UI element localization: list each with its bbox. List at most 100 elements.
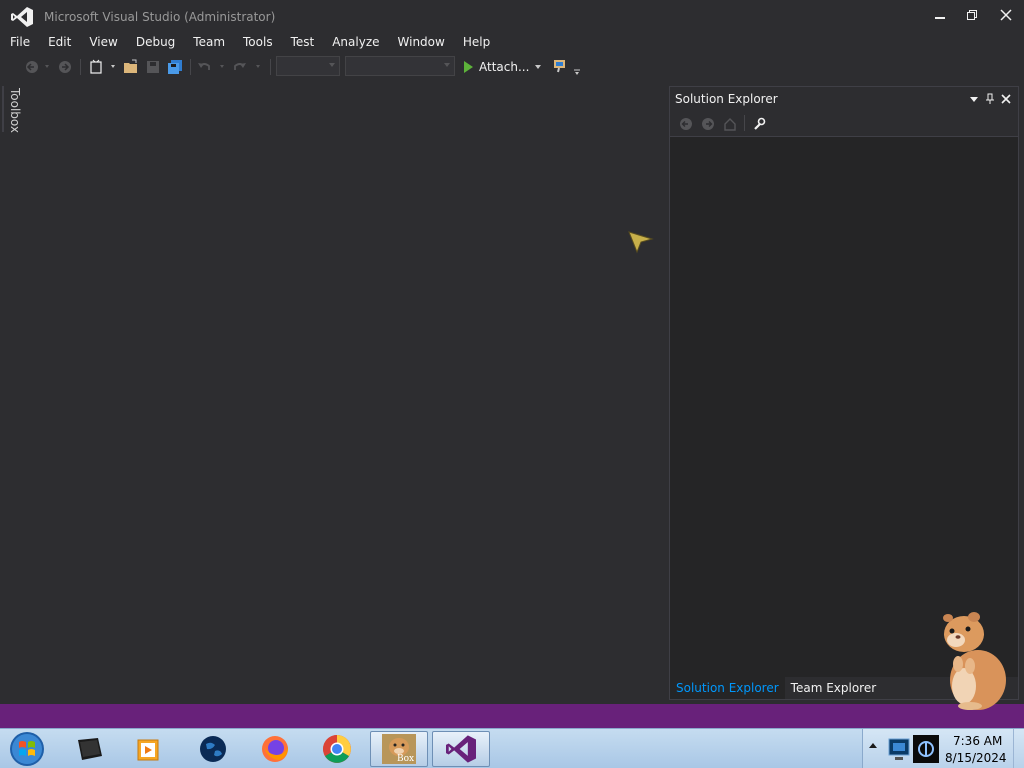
panel-close-button[interactable] (998, 91, 1014, 107)
open-file-button[interactable] (122, 57, 140, 77)
firefox-icon (262, 736, 288, 762)
toolbar-separator (80, 59, 81, 75)
wrench-icon (754, 117, 766, 130)
restore-button[interactable] (956, 4, 988, 26)
toolbox-label: Toolbox (8, 88, 22, 133)
restore-icon (967, 10, 977, 20)
solution-explorer-header: Solution Explorer (670, 87, 1018, 111)
solution-configuration-dropdown[interactable] (276, 56, 340, 76)
undo-icon (198, 63, 224, 70)
toolbar-separator (270, 59, 271, 75)
taskbar: Box 7:36 AM 8/15/2024 (0, 728, 1024, 768)
clock-date[interactable]: 8/15/2024 (945, 751, 1007, 765)
menu-help[interactable]: Help (454, 32, 499, 52)
media-player-icon (137, 739, 159, 761)
toolbar-separator (744, 115, 745, 131)
menu-team[interactable]: Team (184, 32, 234, 52)
redo-icon (234, 63, 260, 70)
taskbar-media-center[interactable] (62, 731, 116, 767)
taskbar-chrome[interactable] (310, 731, 364, 767)
display-monitor-icon[interactable] (887, 735, 913, 763)
close-icon (1000, 9, 1012, 21)
close-button[interactable] (990, 4, 1022, 26)
minimize-button[interactable] (924, 4, 956, 26)
panel-title: Solution Explorer (675, 92, 778, 106)
pin-button[interactable] (982, 91, 998, 107)
network-icon[interactable] (913, 735, 939, 763)
title-bar: Microsoft Visual Studio (Administrator) (0, 0, 1024, 32)
attach-button[interactable]: Attach... (462, 57, 542, 77)
visual-studio-icon (446, 735, 476, 763)
mouse-cursor-icon (628, 231, 654, 254)
chevron-down-icon (329, 63, 335, 67)
solution-platform-dropdown[interactable] (345, 56, 455, 76)
window-title: Microsoft Visual Studio (Administrator) (44, 10, 276, 24)
system-tray: 7:36 AM 8/15/2024 (862, 729, 1024, 768)
redo-button[interactable] (232, 57, 264, 77)
show-desktop-button[interactable] (1013, 729, 1024, 768)
earth-icon (200, 736, 226, 762)
taskbar-network-globe[interactable] (186, 731, 240, 767)
home-icon (724, 118, 736, 131)
pin-icon (986, 93, 994, 104)
save-all-icon (168, 60, 182, 74)
forward-arrow-icon (702, 118, 714, 130)
se-back-button[interactable] (677, 115, 695, 133)
back-arrow-icon (26, 61, 49, 73)
menu-window[interactable]: Window (389, 32, 454, 52)
menu-file[interactable]: File (1, 32, 39, 52)
new-project-button[interactable] (88, 57, 118, 77)
tab-solution-explorer[interactable]: Solution Explorer (670, 677, 785, 699)
menu-edit[interactable]: Edit (39, 32, 80, 52)
close-icon (1001, 94, 1011, 104)
menu-debug[interactable]: Debug (127, 32, 184, 52)
hamster-mascot-icon (943, 612, 1006, 710)
find-in-files-icon (554, 60, 580, 75)
menu-view[interactable]: View (80, 32, 126, 52)
clock-time[interactable]: 7:36 AM (953, 734, 1002, 748)
menu-test[interactable]: Test (282, 32, 324, 52)
chevron-down-icon (444, 63, 450, 67)
menu-analyze[interactable]: Analyze (323, 32, 388, 52)
navigate-back-button[interactable] (24, 57, 52, 77)
hamster-box-label: Box (397, 754, 415, 764)
solution-explorer-toolbar (670, 111, 1018, 137)
chevron-down-icon (535, 65, 542, 69)
menu-tools[interactable]: Tools (234, 32, 282, 52)
taskbar-firefox[interactable] (248, 731, 302, 767)
standard-toolbar: Attach... (0, 54, 1024, 80)
menu-bar: File Edit View Debug Team Tools Test Ana… (0, 32, 1024, 52)
new-project-icon (90, 59, 115, 74)
taskbar-media-player[interactable] (122, 731, 176, 767)
window-position-dropdown[interactable] (966, 91, 982, 107)
solution-explorer-tree (670, 137, 1018, 677)
navigate-forward-button[interactable] (56, 57, 74, 77)
chrome-icon (323, 735, 351, 763)
back-arrow-icon (680, 118, 692, 130)
visual-studio-logo-icon (11, 7, 33, 27)
se-forward-button[interactable] (699, 115, 717, 133)
show-hidden-icons-button[interactable] (869, 743, 877, 748)
chevron-down-icon (970, 97, 978, 102)
status-bar (0, 704, 1024, 728)
find-in-files-button[interactable] (550, 57, 586, 77)
taskbar-visual-studio[interactable] (432, 731, 490, 767)
windows-orb-icon (10, 732, 44, 766)
taskbar-hamster-box[interactable]: Box (370, 731, 428, 767)
undo-button[interactable] (196, 57, 228, 77)
toolbar-separator (190, 59, 191, 75)
minimize-icon (935, 17, 945, 19)
se-home-button[interactable] (721, 115, 739, 133)
media-center-icon (78, 738, 102, 760)
start-button[interactable] (6, 730, 48, 768)
play-icon (464, 61, 473, 73)
desktop-screen: Microsoft Visual Studio (Administrator) … (0, 0, 1024, 768)
tab-team-explorer[interactable]: Team Explorer (785, 677, 883, 699)
save-button[interactable] (144, 57, 162, 77)
save-all-button[interactable] (166, 57, 184, 77)
attach-label: Attach... (479, 60, 530, 74)
toolbox-tab[interactable]: Toolbox (2, 86, 22, 133)
se-properties-button[interactable] (750, 115, 768, 133)
document-well (26, 86, 666, 702)
save-icon (147, 61, 159, 73)
